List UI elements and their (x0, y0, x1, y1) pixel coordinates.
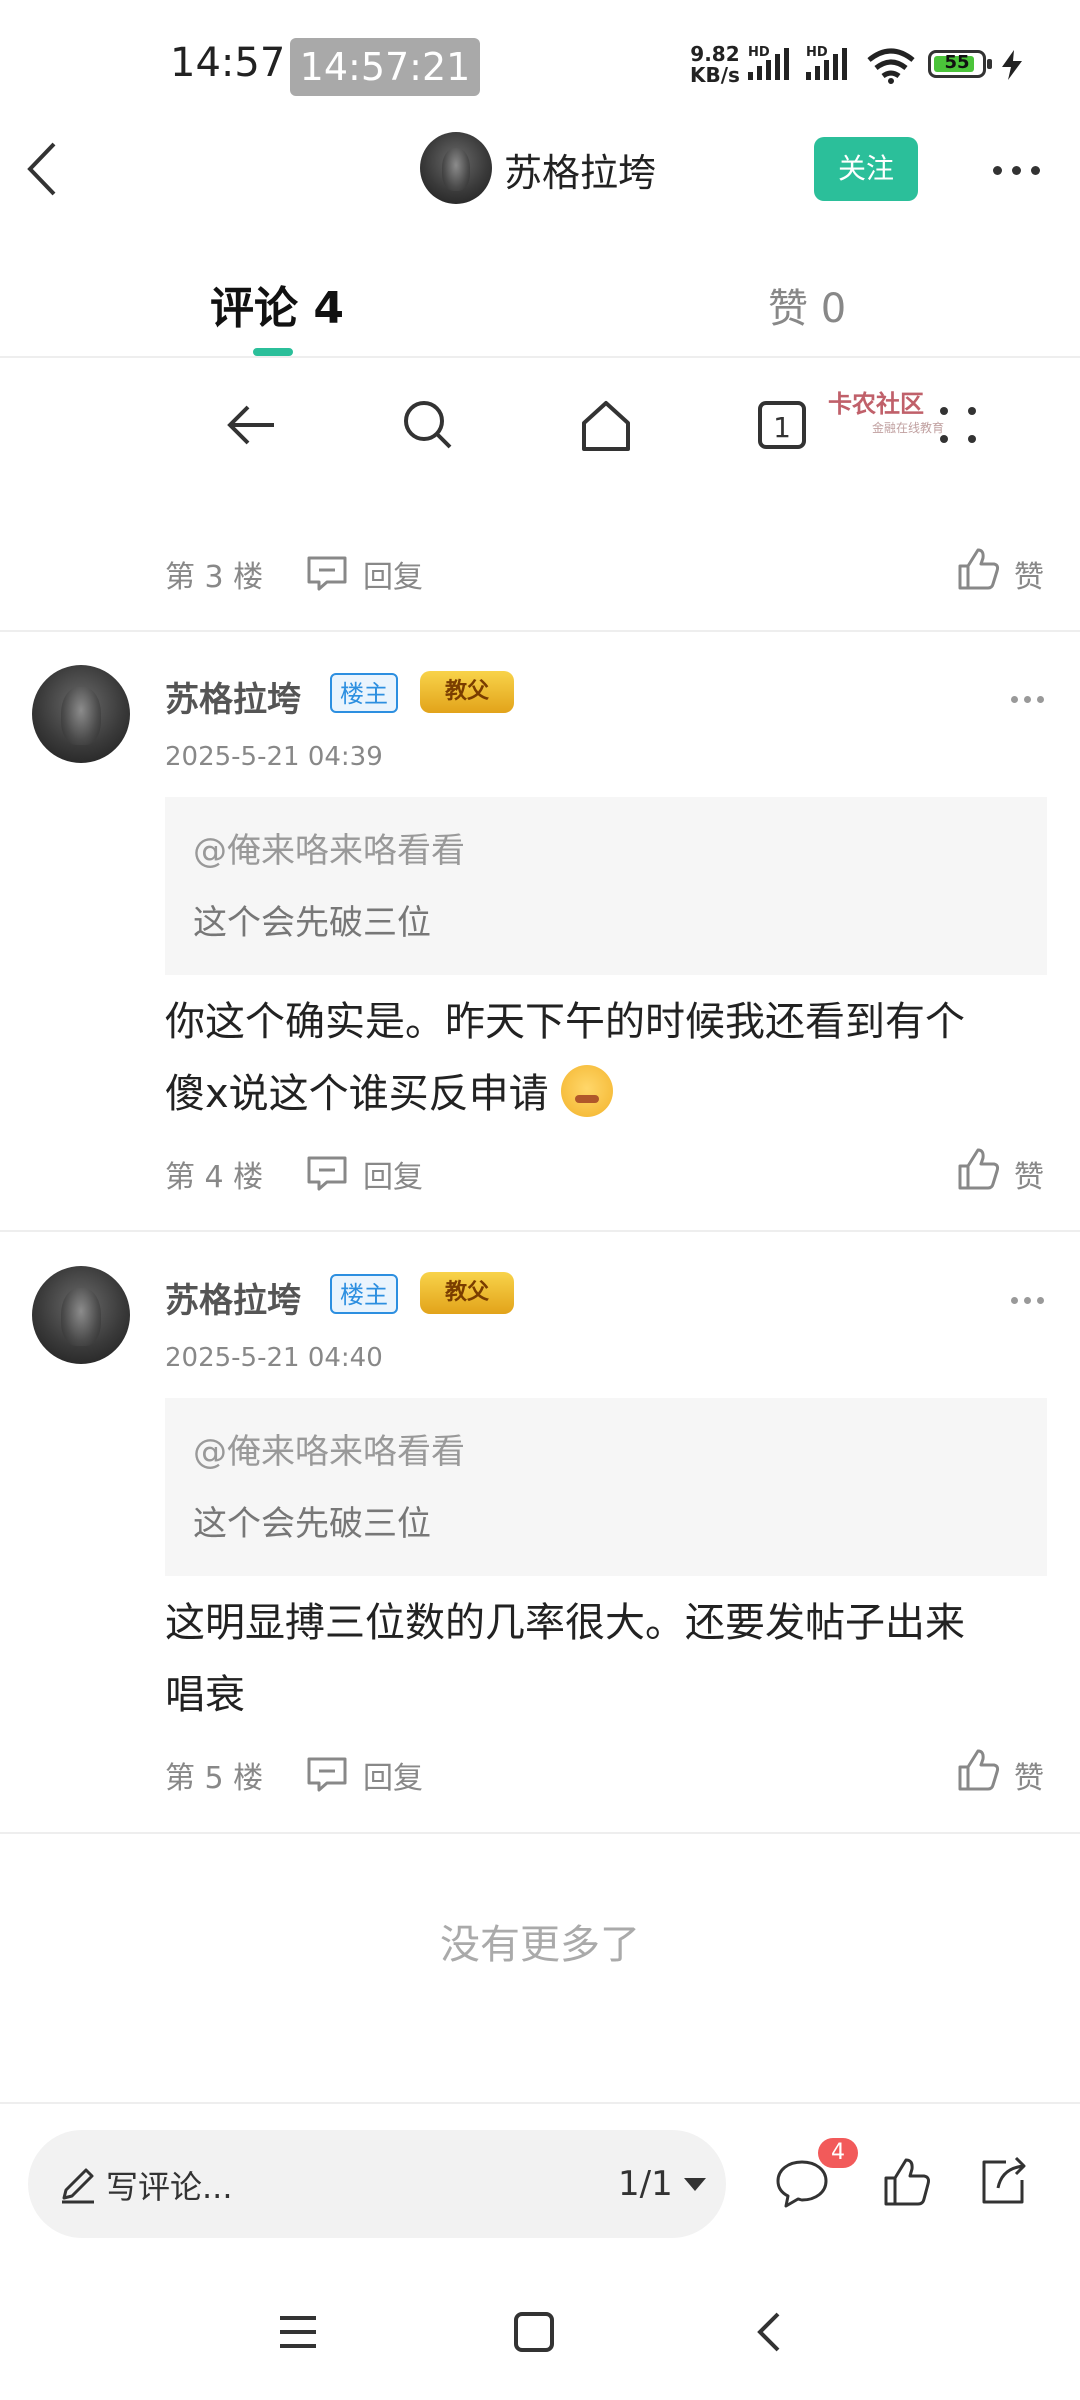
header-avatar[interactable] (420, 132, 492, 204)
charging-icon (1002, 50, 1022, 80)
clock-overlay: 14:57:21 (290, 38, 480, 96)
host-badge: 楼主 (330, 673, 398, 713)
like-icon[interactable] (956, 1146, 1002, 1192)
nav-back-icon[interactable] (222, 395, 282, 455)
home-button-icon[interactable] (512, 2310, 556, 2354)
reply-button[interactable]: 回复 (363, 552, 423, 596)
tab-likes[interactable]: 赞 0 (768, 276, 846, 334)
network-speed-unit: KB/s (690, 63, 740, 87)
like-button[interactable]: 赞 (1014, 552, 1044, 596)
comment-body: 这明显搏三位数的几率很大。还要发帖子出来 唱衰 (165, 1587, 1045, 1731)
page-title: 苏格拉垮 (504, 151, 657, 195)
quoted-comment: @俺来咯来咯看看 这个会先破三位 (165, 1398, 1047, 1576)
like-button[interactable]: 赞 (1014, 1152, 1044, 1196)
reply-icon[interactable] (305, 554, 349, 592)
floor-label: 第 5 楼 (165, 1761, 264, 1796)
comment-body-line: 傻x说这个谁买反申请 (165, 1071, 549, 1117)
laughing-emoji-icon (561, 1065, 614, 1117)
comment-body-line: 唱衰 (165, 1672, 245, 1718)
no-more-text: 没有更多了 (440, 1922, 640, 1968)
quote-text: 这个会先破三位 (193, 1504, 431, 1544)
reply-button[interactable]: 回复 (363, 1152, 423, 1196)
signal-icon-2: HD (806, 45, 847, 80)
network-speed: 9.82 KB/s (690, 44, 740, 86)
watermark-title: 卡农社区 (828, 390, 924, 418)
dropdown-icon[interactable] (684, 2178, 706, 2191)
battery-level: 55 (944, 52, 970, 73)
comment-author[interactable]: 苏格拉垮 (165, 672, 301, 721)
more-icon[interactable] (988, 160, 1045, 179)
watermark: 卡农社区 金融在线教育 (828, 384, 944, 436)
like-icon[interactable] (956, 546, 1002, 592)
floor-label: 第 4 楼 (165, 1160, 264, 1195)
like-button[interactable]: 赞 (1014, 1753, 1044, 1797)
comment-date: 2025-5-21 04:39 (165, 742, 383, 772)
rank-badge: 教父 (420, 1272, 514, 1314)
comment-body-line: 这明显搏三位数的几率很大。还要发帖子出来 (165, 1600, 965, 1646)
reply-icon[interactable] (305, 1755, 349, 1793)
comment-more-icon[interactable] (1008, 688, 1047, 707)
follow-button[interactable]: 关注 (814, 137, 918, 201)
signal-icon: HD (748, 45, 789, 80)
comment-count-badge: 4 (818, 2138, 858, 2168)
quote-text: 这个会先破三位 (193, 903, 431, 943)
like-icon[interactable] (882, 2156, 934, 2208)
divider (0, 1832, 1080, 1834)
wifi-icon (867, 48, 915, 84)
back-icon[interactable] (24, 140, 60, 198)
comment-date: 2025-5-21 04:40 (165, 1343, 383, 1373)
comment-body-line: 你这个确实是。昨天下午的时候我还看到有个 (165, 999, 965, 1045)
comment-placeholder: 写评论... (106, 2168, 233, 2206)
host-badge: 楼主 (330, 1274, 398, 1314)
comment-icon[interactable] (774, 2156, 830, 2210)
menu-icon[interactable] (276, 2312, 320, 2352)
home-icon[interactable] (576, 395, 636, 455)
comment-more-icon[interactable] (1008, 1289, 1047, 1308)
quote-user: @俺来咯来咯看看 (193, 1432, 465, 1472)
pencil-icon (62, 2168, 94, 2204)
tab-count: 1 (773, 411, 791, 444)
comment-author[interactable]: 苏格拉垮 (165, 1273, 301, 1322)
comment-input[interactable]: 写评论... 1/1 (28, 2130, 726, 2238)
system-back-icon[interactable] (752, 2310, 786, 2354)
divider (0, 356, 1080, 358)
network-speed-value: 9.82 (690, 42, 740, 66)
search-icon[interactable] (398, 395, 458, 455)
comment-avatar[interactable] (32, 665, 130, 763)
divider (0, 1230, 1080, 1232)
like-icon[interactable] (956, 1747, 1002, 1793)
reply-button[interactable]: 回复 (363, 1753, 423, 1797)
rank-badge: 教父 (420, 671, 514, 713)
comment-body: 你这个确实是。昨天下午的时候我还看到有个 傻x说这个谁买反申请 (165, 986, 1045, 1130)
status-time: 14:57 (170, 40, 286, 86)
quoted-comment: @俺来咯来咯看看 这个会先破三位 (165, 797, 1047, 975)
hd-label: HD (748, 45, 770, 60)
share-icon[interactable] (976, 2154, 1030, 2208)
floor-label: 第 3 楼 (165, 560, 264, 595)
watermark-subtitle: 金融在线教育 (872, 421, 945, 435)
tabs-icon[interactable]: 1 (752, 395, 812, 455)
tab-indicator (253, 348, 293, 356)
divider (0, 630, 1080, 632)
tab-comments[interactable]: 评论 4 (210, 272, 344, 336)
reply-icon[interactable] (305, 1154, 349, 1192)
quote-user: @俺来咯来咯看看 (193, 831, 465, 871)
divider (0, 2102, 1080, 2104)
hd-label-2: HD (806, 45, 828, 60)
battery-icon: 55 (928, 50, 992, 78)
comment-avatar[interactable] (32, 1266, 130, 1364)
page-indicator[interactable]: 1/1 (618, 2164, 673, 2204)
